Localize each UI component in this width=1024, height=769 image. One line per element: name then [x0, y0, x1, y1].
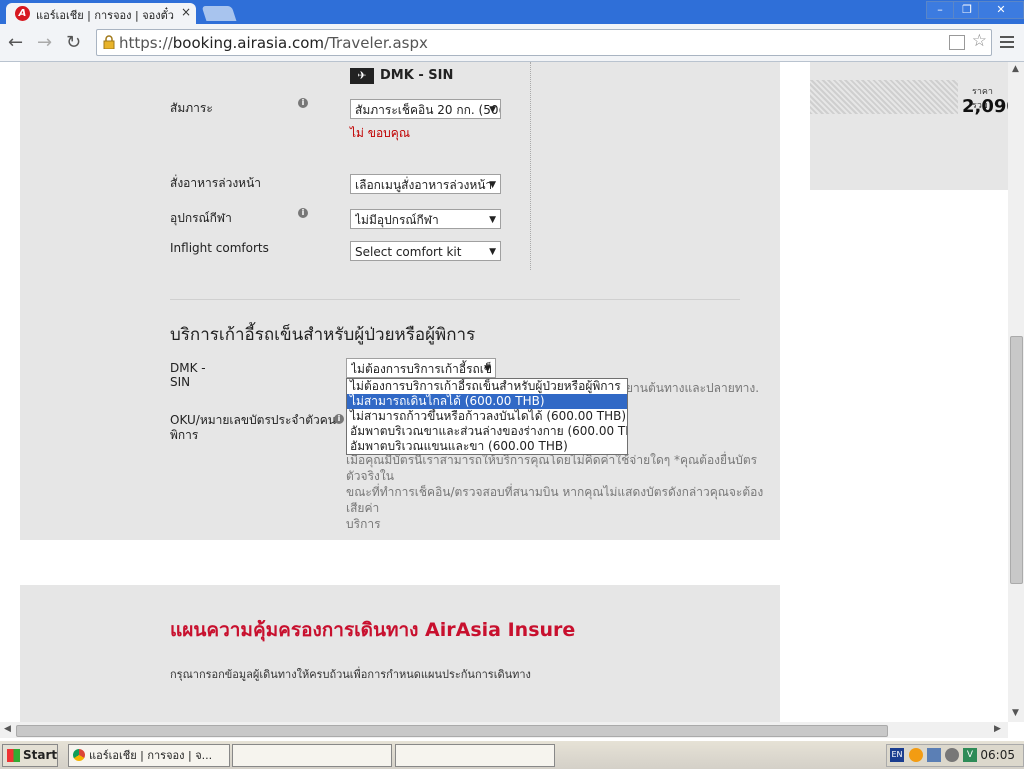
dropdown-option[interactable]: อัมพาตบริเวณขาและส่วนล่างของร่างกาย (600… [347, 424, 627, 439]
meal-label: สั่งอาหารล่วงหน้า [170, 176, 262, 190]
insurance-panel [20, 585, 780, 722]
baggage-decline-link[interactable]: ไม่ ขอบคุณ [350, 124, 410, 143]
chevron-down-icon: ▼ [489, 105, 496, 115]
taskbar-item-label: แอร์เอเชีย | การจอง | จ... [89, 749, 213, 762]
forward-arrow-icon[interactable]: → [37, 32, 52, 53]
tab-title: แอร์เอเชีย | การจอง | จองตั๋ว [36, 9, 174, 22]
translate-icon[interactable] [949, 35, 965, 50]
url-scheme: https:// [119, 34, 173, 52]
wheelchair-select[interactable]: ไม่ต้องการบริการเก้าอี้รถเข็ ▼ [346, 358, 496, 378]
sports-select[interactable]: ไม่มีอุปกรณ์กีฬา ▼ [350, 209, 501, 229]
sports-label: อุปกรณ์กีฬา [170, 211, 232, 225]
network-icon[interactable] [927, 748, 941, 762]
insurance-title: แผนความคุ้มครองการเดินทาง AirAsia Insure [170, 619, 576, 641]
browser-title-bar: A แอร์เอเชีย | การจอง | จองตั๋ว × – ❐ ✕ [0, 0, 1024, 24]
oku-label: OKU/หมายเลขบัตรประจำตัวคน พิการ [170, 413, 336, 443]
insurance-description: กรุณากรอกข้อมูลผู้เดินทางให้ครบถ้วนเพื่อ… [170, 668, 531, 681]
browser-tab[interactable]: A แอร์เอเชีย | การจอง | จองตั๋ว × [6, 3, 196, 24]
comfort-select-value: Select comfort kit [355, 245, 462, 259]
wheelchair-dropdown-list[interactable]: ไม่ต้องการบริการเก้าอี้รถเข็นสำหรับผู้ป่… [346, 378, 628, 455]
lock-icon [103, 35, 115, 49]
comfort-label: Inflight comforts [170, 241, 269, 255]
chrome-icon [73, 749, 85, 761]
baggage-select-value: สัมภาระเช็คอิน 20 กก. (50( [355, 103, 500, 117]
page-content: ราคารวม 2,090 ✈ DMK - SIN สัมภาระ i สัมภ… [0, 62, 1008, 722]
route-label-line1: DMK - [170, 361, 206, 375]
security-icon[interactable]: V [963, 748, 977, 762]
column-divider [530, 62, 531, 270]
plane-icon: ✈ [350, 68, 374, 84]
scroll-right-icon[interactable]: ▶ [994, 724, 1001, 734]
clock: 06:05 [980, 748, 1015, 762]
horizontal-scroll-thumb[interactable] [16, 725, 888, 737]
oku-note: เมื่อคุณมีบัตรนี้เราสามารถให้บริการคุณโด… [346, 452, 766, 532]
airasia-favicon-icon: A [15, 6, 30, 21]
minimize-button[interactable]: – [926, 1, 954, 19]
tab-close-icon[interactable]: × [181, 5, 191, 19]
meal-select-value: เลือกเมนูสั่งอาหารล่วงหน้า [355, 178, 493, 192]
total-price-value: 2,090 [962, 96, 1008, 117]
chevron-down-icon: ▼ [484, 364, 491, 374]
wheelchair-section-title: บริการเก้าอี้รถเข็นสำหรับผู้ป่วยหรือผู้พ… [170, 325, 476, 345]
scroll-down-icon[interactable]: ▼ [1012, 708, 1019, 718]
section-divider [170, 299, 740, 300]
tray-app-icon[interactable] [909, 748, 923, 762]
url-host: booking.airasia.com [172, 34, 325, 52]
taskbar-item-blank[interactable] [232, 744, 392, 767]
dropdown-option[interactable]: อัมพาตบริเวณแขนและขา (600.00 THB) [347, 439, 627, 454]
wheelchair-select-value: ไม่ต้องการบริการเก้าอี้รถเข็ [351, 362, 493, 376]
baggage-info-icon[interactable]: i [298, 98, 308, 108]
back-arrow-icon[interactable]: ← [8, 32, 23, 53]
route-label-line2: SIN [170, 375, 191, 389]
summary-pattern [810, 80, 958, 114]
chevron-down-icon: ▼ [489, 180, 496, 190]
url-path: /Traveler.aspx [324, 34, 428, 52]
horizontal-scrollbar[interactable]: ◀ ▶ [0, 722, 1008, 738]
baggage-label: สัมภาระ [170, 101, 213, 115]
windows-logo-icon [7, 749, 20, 762]
windows-taskbar: Start แอร์เอเชีย | การจอง | จ... EN V 06… [0, 740, 1024, 769]
sports-info-icon[interactable]: i [298, 208, 308, 218]
oku-info-icon[interactable]: i [334, 414, 344, 424]
oku-note-line1: เมื่อคุณมีบัตรนี้เราสามารถให้บริการคุณโด… [346, 453, 758, 483]
maximize-button[interactable]: ❐ [953, 1, 981, 19]
scroll-left-icon[interactable]: ◀ [4, 724, 11, 734]
vertical-scrollbar[interactable]: ▲ ▼ [1008, 62, 1024, 722]
chevron-down-icon: ▼ [489, 215, 496, 225]
dropdown-option[interactable]: ไม่สามารถก้าวขึ้นหรือก้าวลงบันไดได้ (600… [347, 409, 627, 424]
taskbar-item-blank[interactable] [395, 744, 555, 767]
reload-icon[interactable]: ↻ [66, 32, 81, 53]
url-text: https://booking.airasia.com/Traveler.asp… [119, 34, 428, 52]
language-icon[interactable]: EN [890, 748, 904, 762]
oku-label-line2: พิการ [170, 428, 199, 442]
comfort-select[interactable]: Select comfort kit ▼ [350, 241, 501, 261]
close-window-button[interactable]: ✕ [978, 1, 1024, 19]
start-button[interactable]: Start [2, 744, 58, 767]
dropdown-option[interactable]: ไม่ต้องการบริการเก้าอี้รถเข็นสำหรับผู้ป่… [347, 379, 627, 394]
system-tray: EN V 06:05 [886, 744, 1024, 767]
chevron-down-icon: ▼ [489, 247, 496, 257]
oku-label-line1: OKU/หมายเลขบัตรประจำตัวคน [170, 413, 336, 427]
taskbar-item-chrome[interactable]: แอร์เอเชีย | การจอง | จ... [68, 744, 230, 767]
meal-select[interactable]: เลือกเมนูสั่งอาหารล่วงหน้า ▼ [350, 174, 501, 194]
baggage-select[interactable]: สัมภาระเช็คอิน 20 กก. (50(▼ [350, 99, 501, 119]
vertical-scroll-thumb[interactable] [1010, 336, 1023, 584]
scroll-up-icon[interactable]: ▲ [1012, 64, 1019, 74]
wheelchair-side-note: ยานต้นทางและปลายทาง. [626, 381, 760, 395]
wheelchair-route-label: DMK - SIN [170, 361, 206, 389]
start-label: Start [23, 748, 58, 762]
new-tab-button[interactable] [201, 6, 237, 21]
browser-toolbar: ← → ↻ https://booking.airasia.com/Travel… [0, 24, 1024, 62]
address-bar[interactable]: https://booking.airasia.com/Traveler.asp… [96, 29, 992, 56]
oku-note-line3: บริการ [346, 517, 381, 531]
bookmark-star-icon[interactable]: ☆ [972, 31, 987, 51]
flight-route: DMK - SIN [380, 68, 454, 83]
chrome-menu-icon[interactable] [1000, 33, 1014, 51]
tray-settings-icon[interactable] [945, 748, 959, 762]
sports-select-value: ไม่มีอุปกรณ์กีฬา [355, 213, 439, 227]
dropdown-option-highlighted[interactable]: ไม่สามารถเดินไกลได้ (600.00 THB) [347, 394, 627, 409]
price-summary-box [810, 62, 1008, 190]
oku-note-line2: ขณะที่ทำการเช็คอิน/ตรวจสอบที่สนามบิน หาก… [346, 485, 764, 515]
